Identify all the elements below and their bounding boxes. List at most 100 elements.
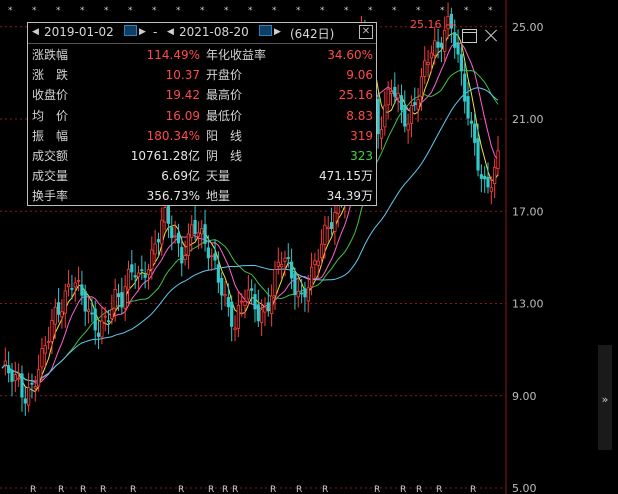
candle-body <box>489 187 493 192</box>
end-prev-arrow-icon[interactable]: ◀ <box>167 27 174 37</box>
event-marker: R <box>374 485 380 494</box>
end-date[interactable]: 2021-08-20 <box>179 25 249 39</box>
end-calendar-icon[interactable] <box>258 24 272 38</box>
candle-body <box>469 120 473 124</box>
event-marker: R <box>232 485 238 494</box>
candle-body <box>103 315 107 318</box>
candle-body <box>210 255 214 258</box>
candle-body <box>10 369 14 382</box>
candle-body <box>429 52 434 59</box>
candle-body <box>283 257 287 262</box>
candle-body <box>459 54 463 72</box>
event-marker: * <box>272 6 277 16</box>
start-calendar-icon[interactable] <box>123 24 137 38</box>
peak-price-label: 25.16 <box>410 18 442 31</box>
candle-body <box>323 224 327 245</box>
candle-body <box>50 320 54 342</box>
stat-row: 最低价 8.83 <box>206 109 373 123</box>
candle-body <box>133 275 137 278</box>
candle-body <box>56 302 61 315</box>
start-prev-arrow-icon[interactable]: ◀ <box>32 27 39 37</box>
candle-body <box>329 222 334 229</box>
candle-body <box>37 369 41 387</box>
y-tick-label: 9.00 <box>512 390 537 403</box>
candle-body <box>296 290 300 298</box>
event-marker: * <box>248 6 253 16</box>
event-marker: * <box>488 6 493 16</box>
candle-body <box>80 284 84 296</box>
candle-body <box>43 345 47 354</box>
range-stats-panel: ◀ 2019-01-02 ▶ - ◀ 2021-08-20 ▶ (642日) ✕… <box>27 22 377 206</box>
candle-body <box>286 257 290 259</box>
start-date[interactable]: 2019-01-02 <box>44 25 114 39</box>
candle-body <box>76 279 81 282</box>
candle-body <box>70 288 74 290</box>
candle-body <box>200 228 204 235</box>
candle-body <box>176 232 181 244</box>
event-marker: * <box>200 6 205 16</box>
candle-body <box>423 60 427 77</box>
candle-body <box>230 301 234 327</box>
candle-body <box>399 95 404 111</box>
candle-body <box>309 266 314 287</box>
event-marker: * <box>224 6 229 16</box>
candle-body <box>223 294 227 297</box>
candle-body <box>270 295 274 315</box>
candle-body <box>106 320 111 323</box>
candle-body <box>126 268 131 290</box>
candle-body <box>280 263 284 268</box>
event-marker: R <box>400 485 406 494</box>
candle-body <box>379 129 384 139</box>
candle-body <box>100 320 104 338</box>
candle-body <box>433 40 437 56</box>
candle-body <box>313 260 317 266</box>
candle-body <box>130 264 134 273</box>
candle-body <box>233 327 237 331</box>
candle-body <box>166 202 171 224</box>
stat-row: 开盘价 9.06 <box>206 68 373 82</box>
event-marker: * <box>176 6 181 16</box>
event-marker: R <box>178 485 184 494</box>
start-next-arrow-icon[interactable]: ▶ <box>139 27 146 37</box>
event-marker: R <box>100 485 106 494</box>
candle-body <box>403 104 407 127</box>
stat-row: 阴 线 323 <box>206 149 373 163</box>
expand-chevron-icon[interactable]: » <box>598 392 612 408</box>
candle-body <box>73 282 77 288</box>
stat-row: 涨 跌 10.37 <box>32 68 200 82</box>
candle-body <box>163 207 167 223</box>
event-marker: R <box>322 485 328 494</box>
candle-body <box>393 86 397 97</box>
candle-body <box>376 98 380 135</box>
candle-body <box>466 96 470 119</box>
candle-body <box>463 73 467 102</box>
candle-body <box>216 264 220 283</box>
candle-body <box>83 291 87 312</box>
end-next-arrow-icon[interactable]: ▶ <box>274 27 281 37</box>
candle-body <box>493 166 497 184</box>
panel-close-icon[interactable]: ✕ <box>359 25 373 39</box>
y-tick-label: 17.00 <box>512 205 544 218</box>
maximize-icon[interactable] <box>462 29 477 43</box>
event-marker: R <box>130 485 136 494</box>
candle-body <box>33 386 37 389</box>
candle-body <box>66 283 71 288</box>
candle-body <box>316 260 320 266</box>
candle-body <box>333 212 337 232</box>
candle-body <box>496 150 500 169</box>
candle-body <box>256 304 260 322</box>
close-icon[interactable] <box>482 27 500 45</box>
event-marker: * <box>416 6 421 16</box>
candle-body <box>153 243 157 255</box>
candle-body <box>186 233 191 256</box>
candle-body <box>40 348 44 368</box>
candle-body <box>386 88 390 106</box>
candle-body <box>240 300 244 303</box>
candle-body <box>20 373 24 398</box>
candle-body <box>446 16 450 30</box>
candle-body <box>306 287 310 302</box>
stat-row: 天量 471.15万 <box>206 169 373 183</box>
candle-body <box>396 93 400 99</box>
stat-row: 成交量 6.69亿 <box>32 169 200 183</box>
candle-body <box>183 255 187 260</box>
